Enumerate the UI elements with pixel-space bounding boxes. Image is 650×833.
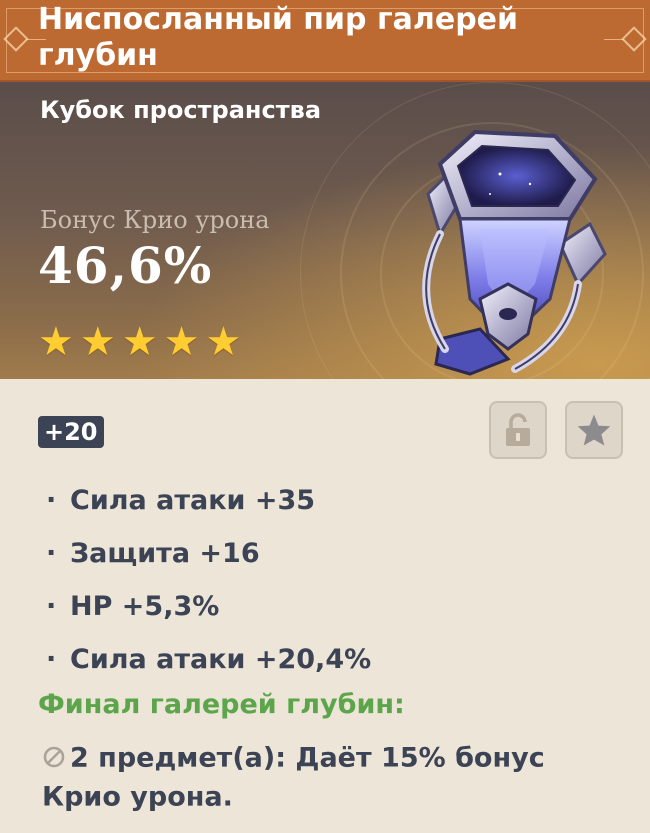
artifact-card: Ниспосланный пир галерей глубин Кубок пр… [0, 0, 650, 833]
star-icon: ★ [205, 319, 242, 365]
substat-item: · Сила атаки +35 [46, 479, 371, 532]
artifact-slot: Кубок пространства [40, 96, 322, 124]
rarity-stars: ★ ★ ★ ★ ★ [38, 322, 241, 362]
substat-item: · Сила атаки +20,4% [46, 638, 371, 691]
artifact-header: Кубок пространства Бонус Крио урона 46,6… [0, 82, 650, 379]
goblet-artifact-icon [422, 129, 607, 376]
bullet: · [46, 485, 57, 516]
substat-item: · Защита +16 [46, 532, 371, 585]
star-icon [577, 414, 611, 446]
main-stat-value: 46,6% [38, 236, 213, 295]
star-icon: ★ [163, 319, 200, 365]
set-bonus: 2 предмет(а): Даёт 15% бонус Крио урона. [42, 742, 545, 813]
favorite-button[interactable] [565, 401, 623, 459]
set-inactive-icon [43, 746, 65, 767]
level-badge: +20 [38, 416, 104, 448]
substats-list: · Сила атаки +35 · Защита +16 · HP +5,3% · С… [46, 479, 371, 691]
artifact-title: Ниспосланный пир галерей глубин [38, 2, 519, 73]
bullet: · [46, 538, 57, 569]
main-stat-name: Бонус Крио урона [40, 206, 270, 234]
star-icon: ★ [121, 319, 158, 365]
lock-button[interactable] [489, 401, 547, 459]
artifact-details: +20 · Сила атаки +35 · Защита +16 · HP +5,3… [0, 379, 650, 833]
lock-open-icon [506, 413, 530, 446]
bullet: · [46, 644, 57, 675]
star-icon: ★ [79, 319, 116, 365]
set-name: Финал галерей глубин: [38, 689, 405, 720]
bullet: · [46, 591, 57, 622]
title-bar: Ниспосланный пир галерей глубин [0, 0, 650, 82]
star-icon: ★ [38, 319, 74, 365]
substat-item: · HP +5,3% [46, 585, 371, 638]
